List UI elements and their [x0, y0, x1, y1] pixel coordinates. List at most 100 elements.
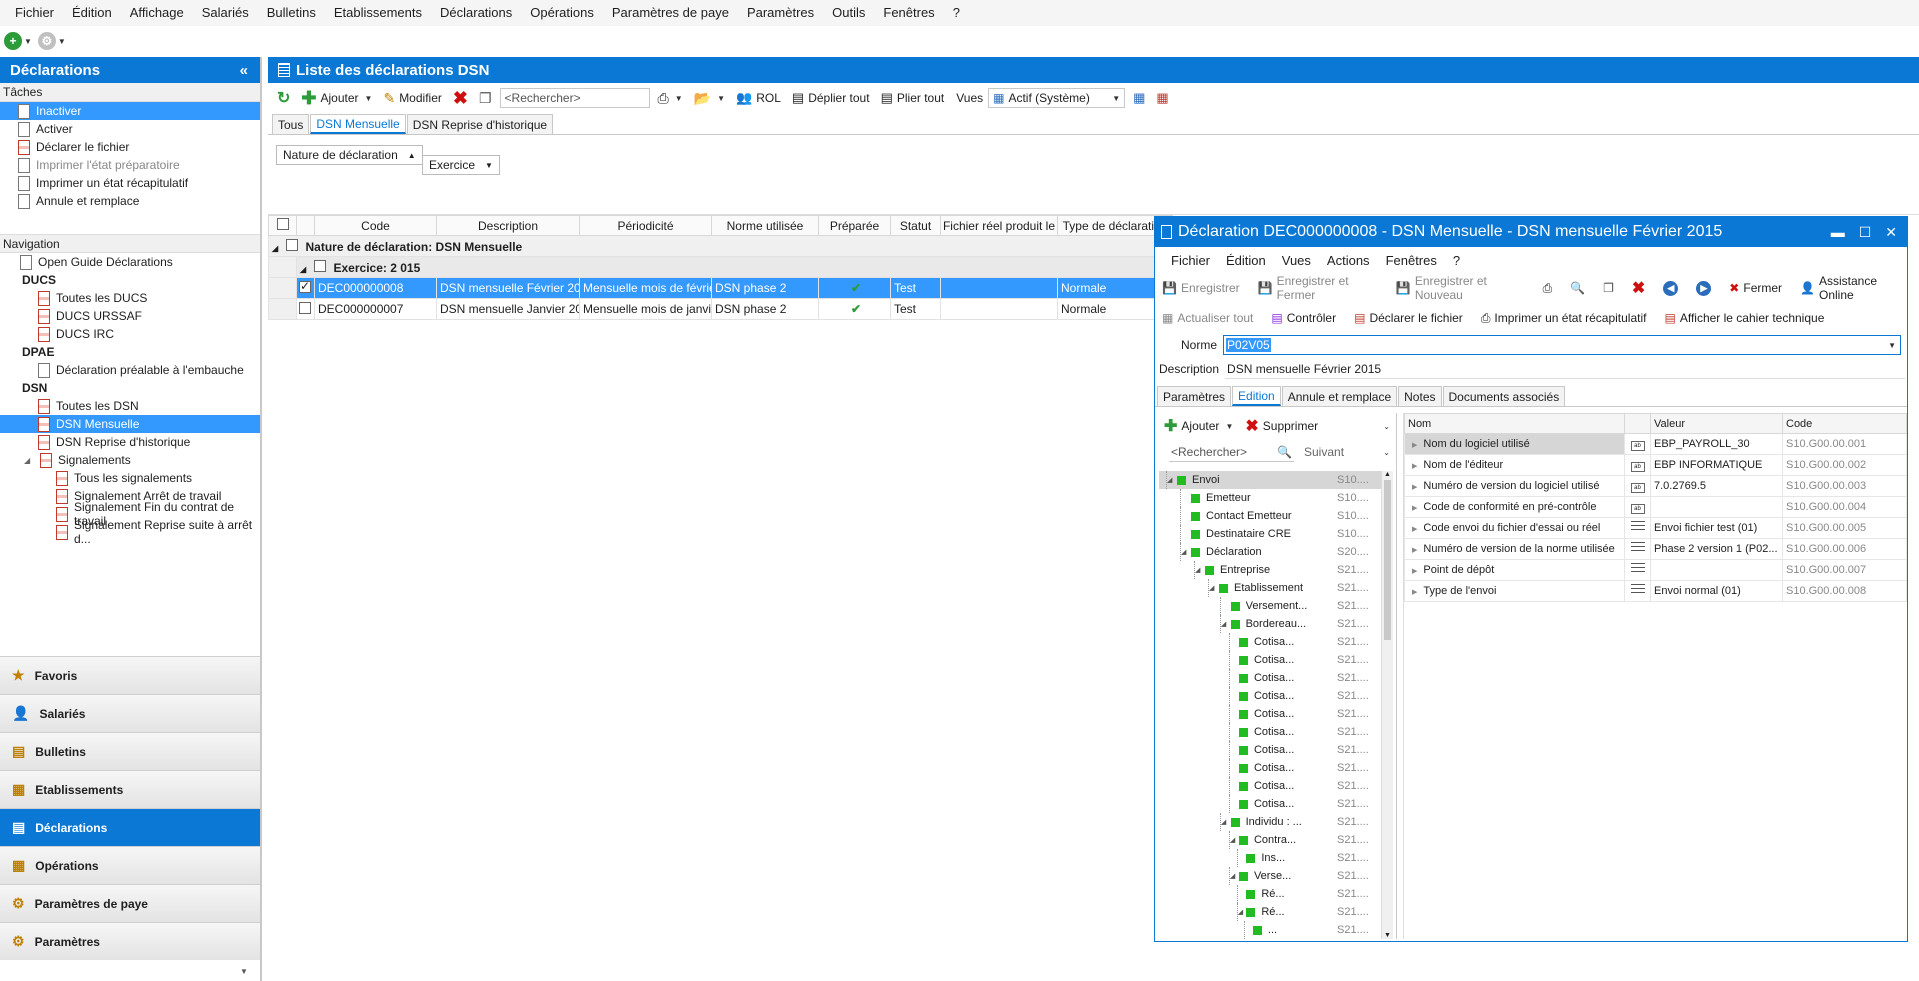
expand-triangle-icon[interactable]: ◢ [1209, 584, 1219, 592]
prop-value[interactable]: Envoi fichier test (01) [1650, 517, 1783, 539]
property-row[interactable]: ▶ Nom du logiciel utilisé ab EBP_PAYROLL_30… [1404, 433, 1907, 455]
expand-triangle-icon[interactable]: ◢ [1221, 818, 1231, 826]
scrollbar-thumb[interactable] [1384, 480, 1391, 640]
tree-node[interactable]: ◢ Contra... S21.... [1159, 831, 1381, 849]
minimize-icon[interactable]: ▬ [1831, 224, 1845, 241]
expand-triangle-icon[interactable]: ▶ [1412, 442, 1417, 449]
close-icon[interactable]: ✕ [1885, 224, 1897, 241]
bottom-nav-bulletins[interactable]: ▤ Bulletins [0, 732, 260, 770]
menu-item[interactable]: Opérations [521, 0, 603, 26]
nav-item[interactable]: DSN Mensuelle [0, 415, 260, 433]
expand-triangle-icon[interactable]: ▶ [1412, 547, 1417, 554]
options-button[interactable]: ⚙ ▼ [37, 32, 66, 50]
col-preparee[interactable]: Préparée [818, 215, 891, 236]
tree-node[interactable]: Cotisa... S21.... [1159, 759, 1381, 777]
nav-item[interactable]: DSN Reprise d'historique [0, 433, 260, 451]
tree-search-input[interactable]: <Rechercher> 🔍 [1169, 442, 1294, 462]
bottom-nav-parametres-de-paye[interactable]: ⚙ Paramètres de paye [0, 884, 260, 922]
row-checkbox-cell[interactable] [296, 298, 315, 320]
col-nom[interactable]: Nom [1404, 413, 1625, 434]
collapse-triangle-icon[interactable]: ◢ [272, 244, 278, 253]
nav-group-dsn[interactable]: DSN [0, 379, 260, 397]
dialog-tab-3[interactable]: Notes [1398, 386, 1442, 406]
dialog-menu-item[interactable]: ? [1445, 253, 1468, 268]
expand-all-button[interactable]: ▤ Déplier tout [789, 90, 873, 106]
view-settings-button[interactable]: ▦ [1130, 90, 1148, 106]
print-preview-button[interactable]: 🔍 [1567, 281, 1588, 295]
collapse-triangle-icon[interactable]: ◢ [300, 265, 306, 274]
property-row[interactable]: ▶ Numéro de version du logiciel utilisé ab… [1404, 475, 1907, 497]
previous-button[interactable]: ◀ [1660, 280, 1681, 296]
tree-node[interactable]: Cotisa... S21.... [1159, 723, 1381, 741]
refresh-button[interactable]: ↻ [274, 88, 293, 108]
expand-triangle-icon[interactable]: ◢ [1195, 566, 1205, 574]
expand-triangle-icon[interactable]: ▶ [1412, 505, 1417, 512]
tree-node[interactable]: ◢ Verse... S21.... [1159, 867, 1381, 885]
list-search-input[interactable]: <Rechercher> [499, 88, 650, 108]
menu-item[interactable]: Etablissements [325, 0, 431, 26]
tree-node[interactable]: Ré... S21.... [1159, 885, 1381, 903]
expand-triangle-icon[interactable]: ◢ [1167, 476, 1177, 484]
bottom-nav-operations[interactable]: ▦ Opérations [0, 846, 260, 884]
tree-delete-button[interactable]: ✖ Supprimer [1242, 416, 1321, 436]
print-button[interactable]: ⎙ ▼ [655, 90, 686, 107]
expand-triangle-icon[interactable]: ◢ [1238, 908, 1247, 916]
expand-triangle-icon[interactable]: ▶ [1412, 526, 1417, 533]
group-row-nature[interactable]: ◢ Nature de déclaration: DSN Mensuelle [268, 235, 1173, 257]
table-row[interactable]: DEC000000007DSN mensuelle Janvier 2015Me… [268, 298, 1173, 320]
tree-node[interactable]: ◢ Entreprise S21.... [1159, 561, 1381, 579]
row-checkbox[interactable] [299, 279, 311, 293]
maximize-icon[interactable]: ☐ [1859, 224, 1872, 241]
expand-triangle-icon[interactable]: ◢ [24, 456, 34, 465]
tree-next-button[interactable]: Suivant [1298, 445, 1344, 459]
dialog-menu-item[interactable]: Vues [1274, 253, 1319, 268]
menu-item[interactable]: Paramètres de paye [603, 0, 738, 26]
tab-1[interactable]: DSN Mensuelle [310, 114, 406, 134]
panel-menu-caret-icon[interactable]: ▼ [240, 967, 248, 976]
tree-node[interactable]: ◢ Bordereau... S21.... [1159, 615, 1381, 633]
tree-node[interactable]: Cotisa... S21.... [1159, 651, 1381, 669]
col-code[interactable]: Code [314, 215, 437, 236]
tree-node[interactable]: Contact Emetteur S10.... [1159, 507, 1381, 525]
dialog-tab-1[interactable]: Edition [1232, 386, 1281, 406]
views-select[interactable]: ▦ Actif (Système) ▼ [988, 88, 1126, 108]
menu-item[interactable]: ? [944, 0, 969, 26]
nav-item[interactable]: ◢ Signalements [0, 451, 260, 469]
tree-node[interactable]: ◢ Envoi S10.... [1159, 471, 1381, 489]
tree-node[interactable]: ◢ Etablissement S21.... [1159, 579, 1381, 597]
prop-value[interactable] [1650, 496, 1783, 518]
prop-value[interactable]: Envoi normal (01) [1650, 580, 1783, 602]
description-field[interactable]: DSN mensuelle Février 2015 [1225, 359, 1906, 379]
save-new-button[interactable]: 💾 Enregistrer et Nouveau [1393, 274, 1528, 302]
nav-item[interactable]: Toutes les DSN [0, 397, 260, 415]
col-norme[interactable]: Norme utilisée [711, 215, 819, 236]
nav-item[interactable]: Signalement Reprise suite à arrêt d... [0, 518, 260, 546]
property-row[interactable]: ▶ Point de dépôt S10.G00.00.007 [1404, 559, 1907, 581]
edit-button[interactable]: ✎ Modifier [380, 90, 444, 107]
tab-2[interactable]: DSN Reprise d'historique [406, 114, 554, 134]
nav-group-ducs[interactable]: DUCS [0, 271, 260, 289]
scroll-up-icon[interactable]: ▲ [1382, 471, 1393, 478]
task-item[interactable]: Déclarer le fichier [0, 138, 260, 156]
nav-item[interactable]: Toutes les DUCS [0, 289, 260, 307]
tree-node[interactable]: Cotisa... S21.... [1159, 687, 1381, 705]
menu-item[interactable]: Bulletins [258, 0, 325, 26]
group-checkbox[interactable] [313, 259, 326, 272]
col-periodicite[interactable]: Périodicité [579, 215, 712, 236]
tree-node[interactable]: Cotisa... S21.... [1159, 741, 1381, 759]
bottom-nav-declarations[interactable]: ▤ Déclarations [0, 808, 260, 846]
collapse-all-button[interactable]: ▤ Plier tout [878, 90, 948, 106]
table-row[interactable]: DEC000000008DSN mensuelle Février 2015Me… [268, 277, 1173, 299]
nav-item[interactable]: Open Guide Déclarations [0, 253, 260, 271]
tree-scrollbar[interactable]: ▲ ▼ [1381, 471, 1393, 939]
menu-item[interactable]: Affichage [121, 0, 193, 26]
check-button[interactable]: ▤ Contrôler [1268, 311, 1339, 325]
menu-item[interactable]: Fichier [6, 0, 63, 26]
tree-toolbar-more-icon[interactable]: ⌄ [1383, 422, 1390, 431]
col-statut[interactable]: Statut [890, 215, 941, 236]
norme-select[interactable]: P02V05 ▼ [1223, 335, 1901, 355]
bottom-nav-salaries[interactable]: 👤 Salariés [0, 694, 260, 732]
task-item[interactable]: Inactiver [0, 102, 260, 120]
prop-value[interactable]: EBP INFORMATIQUE [1650, 454, 1783, 476]
row-checkbox-cell[interactable] [296, 277, 315, 299]
